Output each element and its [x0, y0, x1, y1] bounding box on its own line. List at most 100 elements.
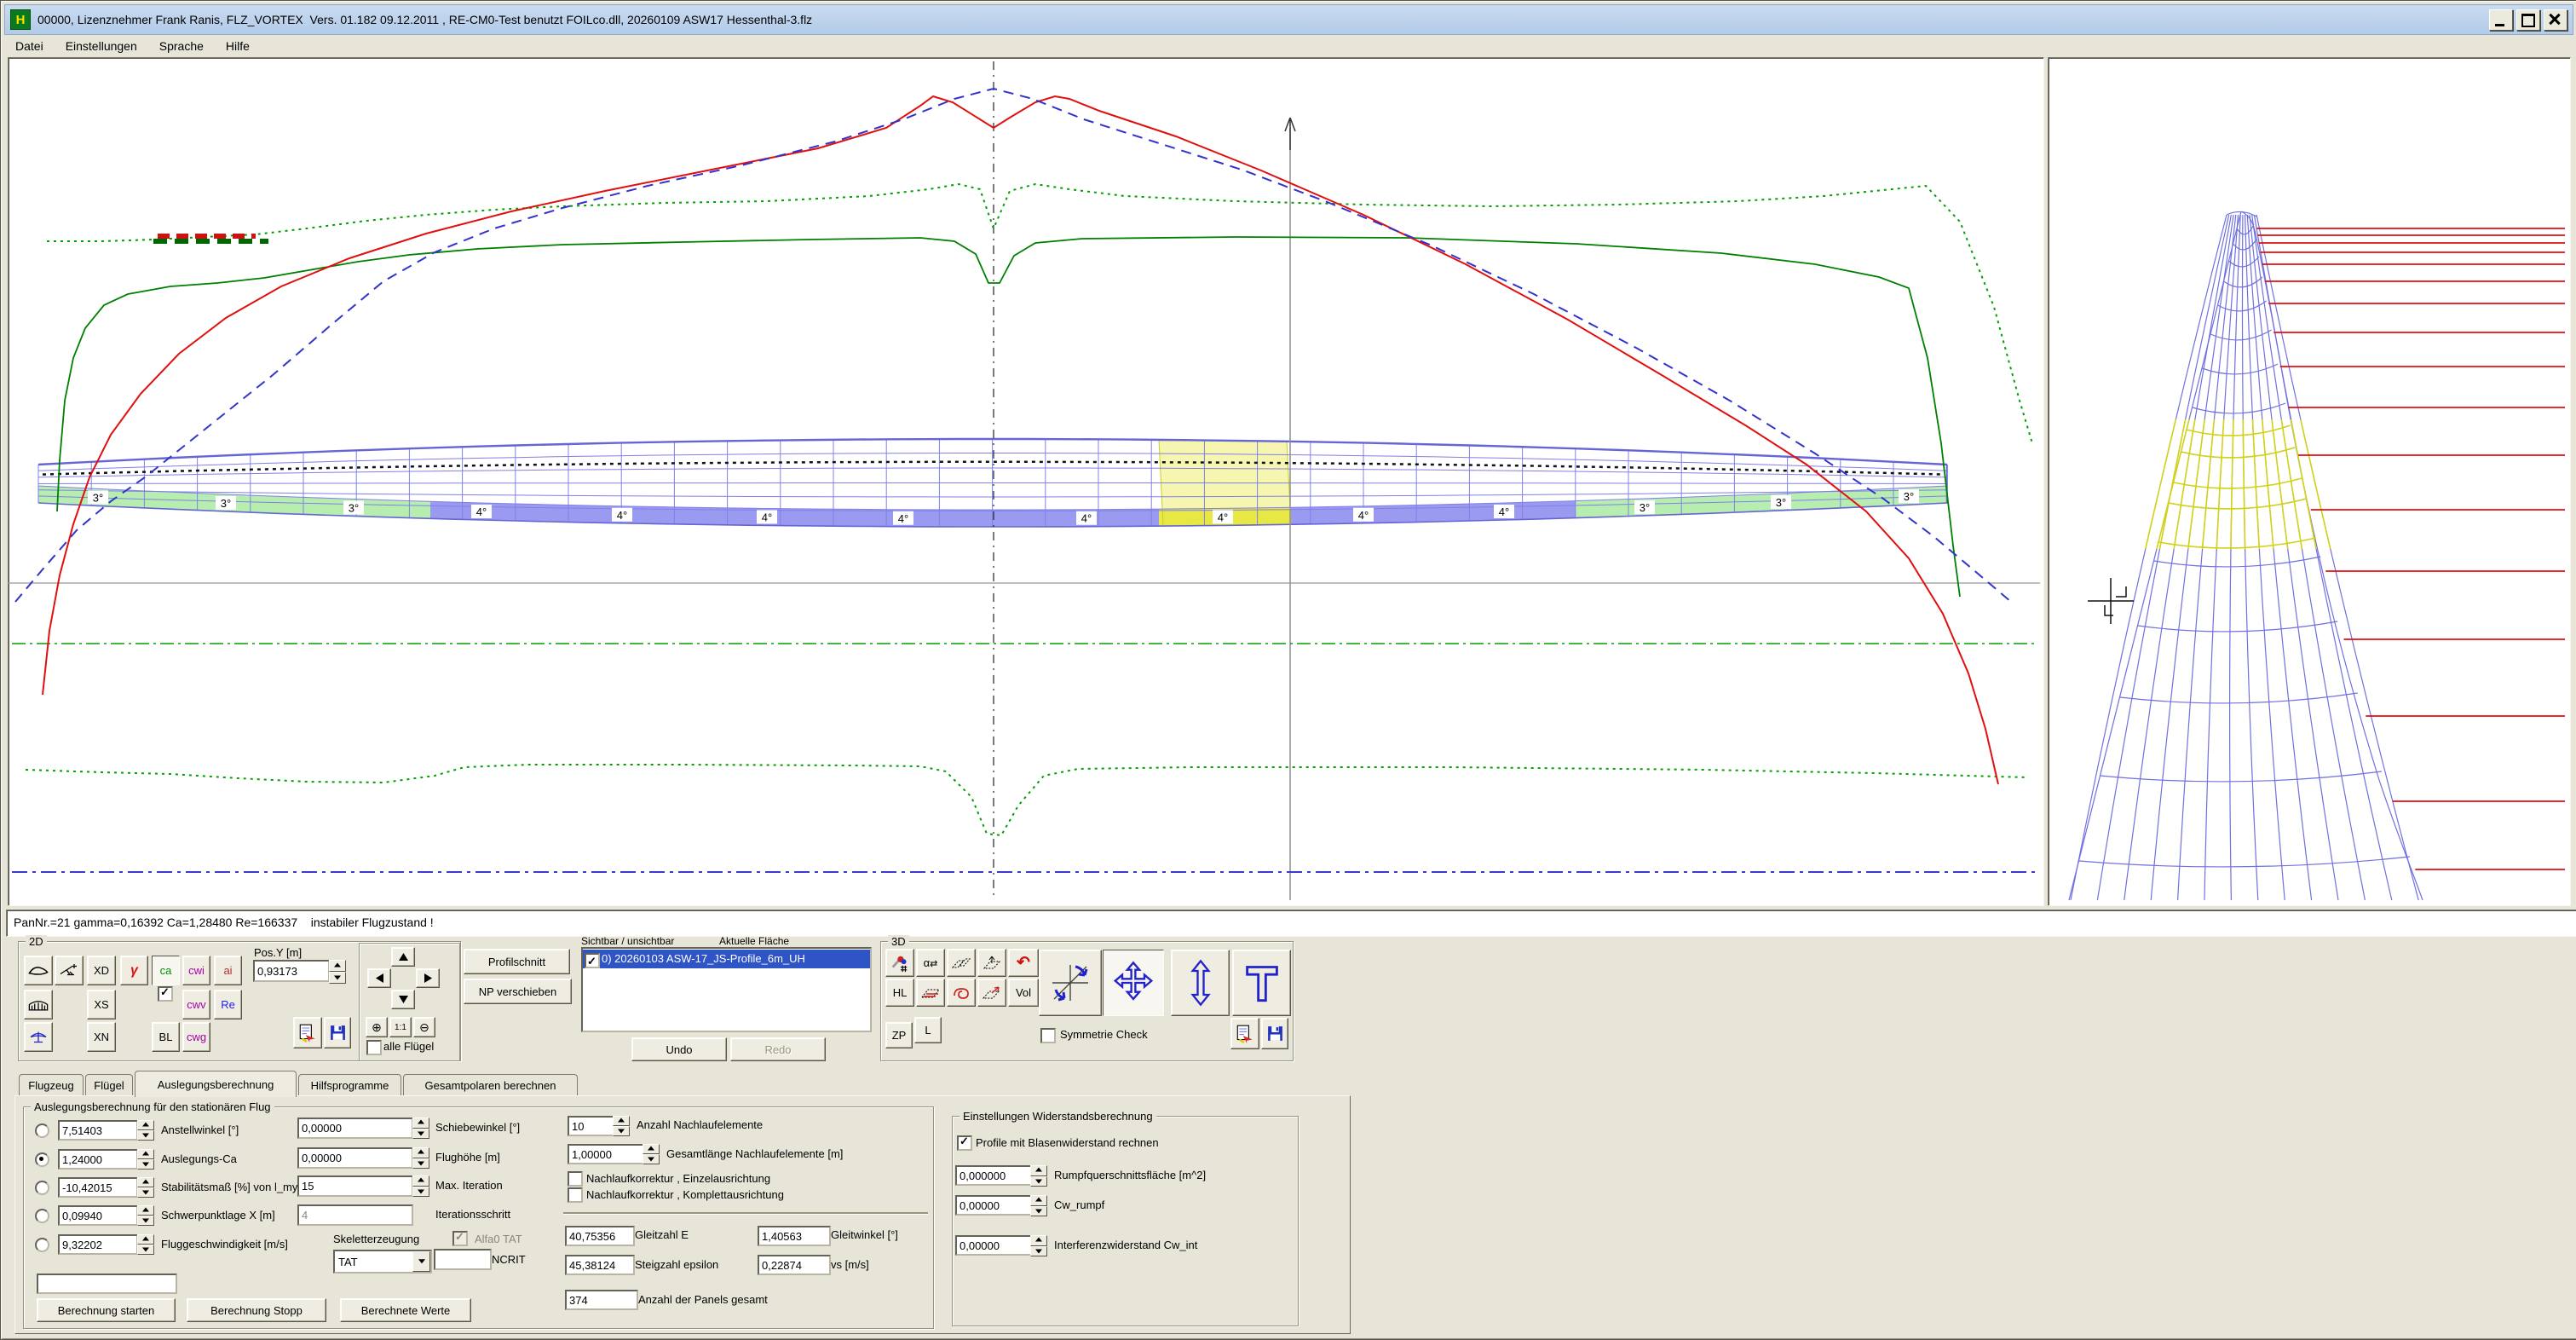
max-iteration-spinner[interactable] — [412, 1175, 429, 1197]
np-verschieben-button[interactable]: NP verschieben — [464, 979, 572, 1004]
schwerpunkt-input[interactable] — [58, 1205, 138, 1226]
xn-button[interactable]: XN — [87, 1022, 116, 1052]
cw-rumpf-input[interactable] — [955, 1195, 1034, 1216]
schwerpunkt-spinner[interactable] — [137, 1205, 154, 1226]
cwi-button[interactable]: cwi — [182, 956, 210, 985]
move-3d-button[interactable] — [1103, 950, 1164, 1016]
tab-hilfsprogramme[interactable]: Hilfsprogramme — [298, 1074, 401, 1096]
cw-int-input[interactable] — [955, 1235, 1034, 1256]
build-3d-button[interactable] — [1232, 950, 1291, 1016]
surface-visible-checkbox[interactable] — [585, 953, 600, 968]
symmetrie-check-checkbox[interactable] — [1040, 1028, 1056, 1043]
radio-stabilitaetsmass[interactable] — [35, 1181, 49, 1195]
plane-side-view-button[interactable] — [55, 956, 84, 985]
zoom-reset-button[interactable]: 1:1 — [389, 1017, 412, 1037]
vol-button[interactable]: Vol — [1008, 979, 1039, 1007]
rumpfquerschnitt-spinner[interactable] — [1030, 1165, 1047, 1187]
max-iteration-input[interactable] — [297, 1175, 413, 1197]
anzahl-nachlauf-spinner[interactable] — [613, 1116, 630, 1136]
undo-button[interactable]: Undo — [631, 1037, 727, 1061]
berechnete-werte-button[interactable]: Berechnete Werte — [340, 1298, 471, 1322]
flughoehe-spinner[interactable] — [412, 1147, 429, 1169]
fluggeschwindigkeit-input[interactable] — [58, 1234, 138, 1255]
blasenwiderstand-checkbox[interactable] — [957, 1135, 972, 1151]
ca-checkbox[interactable] — [158, 986, 173, 1002]
normals-button[interactable] — [977, 949, 1006, 977]
alle-fluegel-checkbox[interactable] — [366, 1040, 382, 1055]
berechnung-stopp-button[interactable]: Berechnung Stopp — [187, 1298, 326, 1322]
pan-down-button[interactable] — [391, 990, 415, 1009]
schiebewinkel-input[interactable] — [297, 1118, 413, 1139]
xs-button[interactable]: XS — [87, 990, 116, 1019]
menu-datei[interactable]: Datei — [4, 36, 55, 56]
pan-left-button[interactable] — [367, 968, 391, 988]
wing-3d-view[interactable] — [2048, 57, 2571, 906]
zoom-in-button[interactable]: ⊕ — [366, 1017, 388, 1037]
anzahl-nachlauf-input[interactable] — [568, 1116, 615, 1136]
paint-mesh-button[interactable] — [885, 949, 914, 977]
hangar-view-button[interactable] — [24, 990, 53, 1019]
posy-input[interactable] — [253, 960, 330, 982]
red-panel-button[interactable] — [916, 979, 945, 1007]
panel-force-button[interactable] — [977, 979, 1006, 1007]
save-2d-button[interactable] — [324, 1017, 351, 1048]
dropdown-arrow-icon[interactable] — [412, 1251, 430, 1272]
ca-button[interactable]: ca — [152, 956, 180, 985]
anstellwinkel-input[interactable] — [58, 1120, 138, 1141]
re-button[interactable]: Re — [214, 990, 242, 1019]
export-3d-button[interactable] — [1230, 1018, 1259, 1049]
menu-einstellungen[interactable]: Einstellungen — [55, 36, 148, 56]
alpha-twist-button[interactable]: α⇄ — [916, 949, 945, 977]
tab-gesamtpolaren[interactable]: Gesamtpolaren berechnen — [403, 1074, 578, 1096]
redo-button[interactable]: Redo — [730, 1037, 826, 1061]
rumpfquerschnitt-input[interactable] — [955, 1165, 1034, 1186]
close-button[interactable] — [2544, 9, 2567, 31]
nachlauf-komplett-checkbox[interactable] — [568, 1187, 583, 1203]
radio-schwerpunkt[interactable] — [35, 1209, 49, 1223]
bl-button[interactable]: BL — [152, 1022, 180, 1052]
xd-button[interactable]: XD — [87, 956, 116, 985]
cwv-button[interactable]: cwv — [182, 990, 210, 1019]
menu-hilfe[interactable]: Hilfe — [215, 36, 261, 56]
panel-view-button[interactable] — [947, 949, 976, 977]
zoom-out-button[interactable]: ⊖ — [413, 1017, 435, 1037]
auslegungs-ca-input[interactable] — [58, 1149, 138, 1170]
auslegungs-ca-spinner[interactable] — [137, 1149, 154, 1170]
cw-rumpf-spinner[interactable] — [1030, 1195, 1047, 1216]
alfa0-tat-checkbox[interactable] — [452, 1231, 468, 1246]
cwg-button[interactable]: cwg — [182, 1022, 210, 1052]
pan-right-button[interactable] — [416, 968, 440, 988]
pan-up-button[interactable] — [391, 947, 415, 967]
nachlauf-einzel-checkbox[interactable] — [568, 1171, 583, 1187]
maximize-button[interactable] — [2516, 9, 2540, 31]
gamma-button[interactable]: γ — [120, 956, 148, 985]
gesamtlaenge-input[interactable] — [568, 1144, 646, 1164]
berechnung-starten-button[interactable]: Berechnung starten — [37, 1298, 176, 1322]
radio-fluggeschwindigkeit[interactable] — [35, 1238, 49, 1252]
tab-fluegel[interactable]: Flügel — [85, 1074, 133, 1096]
surface-list[interactable]: 0) 20260103 ASW-17_JS-Profile_6m_UH — [581, 947, 872, 1032]
reset-view-button[interactable]: ↶ — [1008, 949, 1039, 977]
flughoehe-input[interactable] — [297, 1147, 413, 1169]
rotate-3d-button[interactable] — [1039, 950, 1102, 1016]
radio-anstellwinkel[interactable] — [35, 1123, 49, 1138]
tab-flugzeug[interactable]: Flugzeug — [19, 1074, 84, 1096]
fluggeschwindigkeit-spinner[interactable] — [137, 1234, 154, 1255]
export-2d-button[interactable] — [293, 1017, 322, 1048]
anstellwinkel-spinner[interactable] — [137, 1120, 154, 1141]
save-3d-button[interactable] — [1261, 1018, 1288, 1049]
ai-button[interactable]: ai — [214, 956, 242, 985]
cw-int-spinner[interactable] — [1030, 1235, 1047, 1256]
menu-sprache[interactable]: Sprache — [148, 36, 215, 56]
posy-spinner[interactable] — [329, 960, 346, 984]
umbrella-view-button[interactable] — [24, 1022, 53, 1052]
skelett-dropdown[interactable]: TAT — [333, 1250, 432, 1274]
planform-2d-view[interactable]: 3°3°3°4°4°4°4°4°4°4°4°3°3°3° — [8, 57, 2044, 906]
zoom-3d-button[interactable] — [1171, 950, 1230, 1016]
vortex-button[interactable] — [947, 979, 976, 1007]
ncrit-input[interactable] — [434, 1249, 492, 1270]
zp-button[interactable]: ZP — [885, 1022, 913, 1048]
schiebewinkel-spinner[interactable] — [412, 1118, 429, 1139]
tab-auslegungsberechnung[interactable]: Auslegungsberechnung — [135, 1071, 297, 1097]
hl-button[interactable]: HL — [885, 979, 914, 1007]
